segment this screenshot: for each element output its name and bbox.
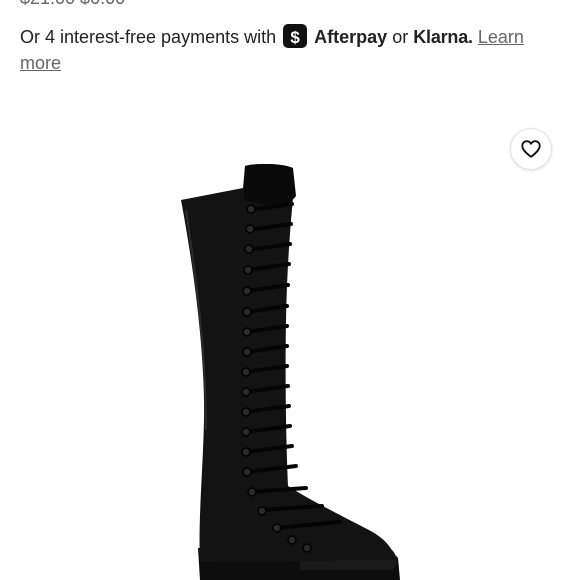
afterpay-logo-icon: $ — [283, 24, 308, 48]
klarna-label: Klarna. — [413, 27, 473, 47]
product-image[interactable] — [0, 150, 580, 580]
installment-prefix: Or 4 interest-free payments with — [20, 27, 277, 47]
boot-tongue — [244, 163, 296, 205]
afterpay-label: Afterpay — [314, 27, 388, 47]
installment-payment-info: Or 4 interest-free payments with $ After… — [20, 24, 560, 76]
or-text: or — [392, 27, 409, 47]
clipped-price-text: $21.00 $0.00 — [20, 0, 125, 9]
listing-page: $21.00 $0.00 Or 4 interest-free payments… — [0, 0, 580, 580]
